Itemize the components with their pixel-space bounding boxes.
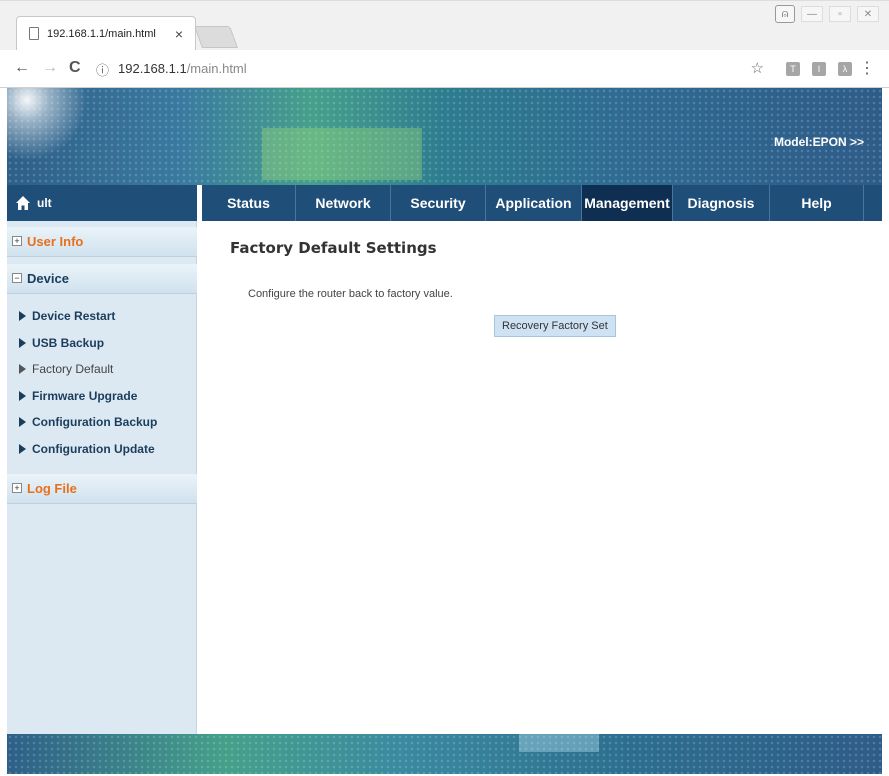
expand-icon[interactable]: + bbox=[12, 236, 22, 246]
tab-status[interactable]: Status bbox=[202, 185, 296, 221]
tab-diagnosis[interactable]: Diagnosis bbox=[673, 185, 770, 221]
tab-management[interactable]: Management bbox=[582, 185, 673, 221]
close-window-icon[interactable]: ✕ bbox=[857, 6, 879, 22]
extension-icon-3[interactable]: λ bbox=[838, 62, 852, 76]
page-title: Factory Default Settings bbox=[230, 239, 437, 257]
browser-tab-bar: 192.168.1.1/main.html × ⍝ — ▫ ✕ bbox=[0, 0, 889, 52]
user-profile-icon[interactable]: ⍝ bbox=[775, 5, 795, 23]
header-banner: Model:EPON >> bbox=[7, 88, 882, 185]
back-icon[interactable]: ← bbox=[14, 59, 30, 77]
collapse-icon[interactable]: − bbox=[12, 273, 22, 283]
info-icon[interactable]: ⓘ bbox=[96, 60, 109, 79]
address-bar: ← → C ⓘ 192.168.1.1/main.html ☆ T I λ ⋮ bbox=[0, 50, 889, 88]
url-path: /main.html bbox=[186, 61, 247, 76]
sidebar-section-device[interactable]: − Device bbox=[7, 264, 197, 294]
tab-close-icon[interactable]: × bbox=[175, 26, 183, 42]
bookmark-star-icon[interactable]: ☆ bbox=[751, 59, 764, 77]
maximize-icon[interactable]: ▫ bbox=[829, 6, 851, 22]
extension-icon-2[interactable]: I bbox=[812, 62, 826, 76]
recovery-factory-set-button[interactable]: Recovery Factory Set bbox=[494, 315, 616, 337]
sidebar-item-label: Configuration Backup bbox=[32, 415, 158, 430]
url-field[interactable]: ⓘ 192.168.1.1/main.html ☆ bbox=[96, 56, 772, 82]
sidebar-section-label: Device bbox=[27, 271, 69, 286]
sidebar-item-device-restart[interactable]: Device Restart bbox=[7, 303, 197, 330]
sidebar-item-label: Firmware Upgrade bbox=[32, 388, 138, 403]
forward-icon[interactable]: → bbox=[42, 59, 58, 77]
sidebar-item-configuration-update[interactable]: Configuration Update bbox=[7, 436, 197, 463]
window-controls: ⍝ — ▫ ✕ bbox=[775, 5, 879, 23]
sidebar-item-usb-backup[interactable]: USB Backup bbox=[7, 330, 197, 357]
reload-icon[interactable]: C bbox=[69, 59, 81, 77]
home-nav[interactable]: ult bbox=[7, 185, 197, 221]
minimize-icon[interactable]: — bbox=[801, 6, 823, 22]
browser-menu-icon[interactable]: ⋮ bbox=[859, 58, 875, 78]
sidebar-section-user-info[interactable]: + User Info bbox=[7, 227, 197, 257]
tab-help[interactable]: Help bbox=[770, 185, 864, 221]
sidebar-section-log-file[interactable]: + Log File bbox=[7, 474, 197, 504]
sidebar-section-label: User Info bbox=[27, 234, 84, 249]
arrow-icon bbox=[19, 364, 26, 375]
new-tab-button[interactable] bbox=[193, 26, 239, 48]
tab-network[interactable]: Network bbox=[296, 185, 391, 221]
tab-application[interactable]: Application bbox=[486, 185, 582, 221]
footer-banner bbox=[7, 734, 882, 774]
arrow-icon bbox=[19, 390, 26, 401]
sidebar-item-label: Configuration Update bbox=[32, 441, 155, 456]
sidebar-item-label: USB Backup bbox=[32, 335, 105, 350]
tab-security[interactable]: Security bbox=[391, 185, 486, 221]
expand-icon[interactable]: + bbox=[12, 483, 22, 493]
sidebar-item-factory-default[interactable]: Factory Default bbox=[7, 356, 197, 383]
arrow-icon bbox=[19, 337, 26, 348]
main-nav: Status Network Security Application Mana… bbox=[202, 185, 882, 221]
sidebar-item-configuration-backup[interactable]: Configuration Backup bbox=[7, 409, 197, 436]
url-host: 192.168.1.1 bbox=[118, 61, 187, 76]
arrow-icon bbox=[19, 417, 26, 428]
sidebar-section-label: Log File bbox=[27, 481, 77, 496]
browser-tab[interactable]: 192.168.1.1/main.html × bbox=[16, 16, 196, 52]
extension-icon-1[interactable]: T bbox=[786, 62, 800, 76]
sidebar-item-label: Factory Default bbox=[32, 362, 114, 377]
tab-title: 192.168.1.1/main.html bbox=[47, 28, 156, 40]
home-label: ult bbox=[37, 196, 52, 210]
home-icon bbox=[16, 196, 30, 210]
sidebar-item-firmware-upgrade[interactable]: Firmware Upgrade bbox=[7, 383, 197, 410]
sidebar-items: Device Restart USB Backup Factory Defaul… bbox=[7, 303, 197, 463]
sidebar: + User Info − Device Device Restart USB … bbox=[7, 221, 197, 734]
arrow-icon bbox=[19, 311, 26, 321]
url-text: 192.168.1.1/main.html bbox=[118, 61, 247, 76]
sidebar-item-label: Device Restart bbox=[32, 309, 116, 323]
main-content: Factory Default Settings Configure the r… bbox=[198, 221, 882, 734]
arrow-icon bbox=[19, 443, 26, 454]
page-description: Configure the router back to factory val… bbox=[248, 288, 453, 300]
model-label[interactable]: Model:EPON >> bbox=[774, 135, 864, 149]
page-icon bbox=[29, 27, 39, 40]
